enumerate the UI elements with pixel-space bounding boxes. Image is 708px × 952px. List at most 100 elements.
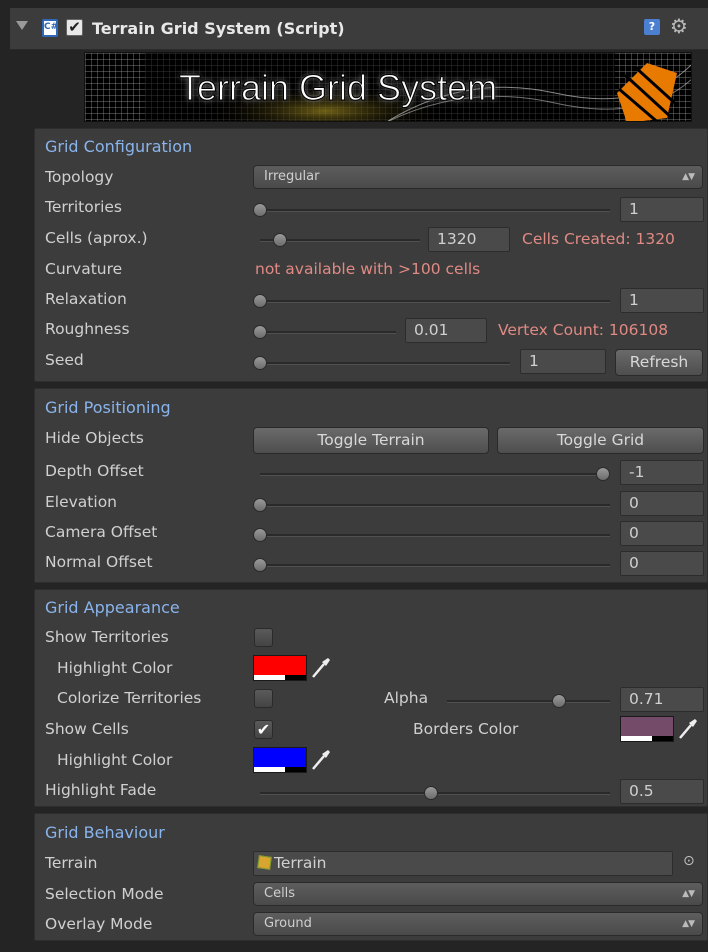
seed-slider-track[interactable] <box>260 362 510 365</box>
inspector-panel: ✔ Terrain Grid System (Script) ? ⚙ <box>0 0 708 952</box>
dropdown-arrow-icon: ▲▼ <box>682 172 695 182</box>
highlight-fade-input[interactable]: 0.5 <box>620 779 704 804</box>
banner-title: Terrain Grid System <box>178 67 498 109</box>
territories-slider-thumb[interactable] <box>253 203 267 217</box>
show-cells-checkbox[interactable]: ✔ <box>254 720 273 739</box>
relaxation-label: Relaxation <box>45 290 127 308</box>
overlay-mode-value: Ground <box>264 916 312 931</box>
alpha-label: Alpha <box>384 689 429 707</box>
show-territories-checkbox[interactable] <box>254 628 273 647</box>
grid-behaviour-section: Grid Behaviour Terrain Terrain ⊙ Selecti… <box>34 813 708 941</box>
normal-offset-input[interactable]: 0 <box>620 551 704 576</box>
camera-offset-input[interactable]: 0 <box>620 521 704 546</box>
highlight-fade-slider-thumb[interactable] <box>424 786 438 800</box>
territories-input[interactable]: 1 <box>620 197 704 222</box>
camera-offset-slider-track[interactable] <box>260 534 610 537</box>
roughness-input[interactable]: 0.01 <box>405 318 487 343</box>
seed-input[interactable]: 1 <box>520 349 606 374</box>
elevation-slider-thumb[interactable] <box>253 498 267 512</box>
overlay-mode-dropdown[interactable]: Ground ▲▼ <box>253 912 703 936</box>
dropdown-arrow-icon: ▲▼ <box>682 889 695 899</box>
selection-mode-label: Selection Mode <box>45 885 164 903</box>
terrain-icon <box>257 855 272 870</box>
normal-offset-slider-thumb[interactable] <box>253 558 267 572</box>
cell-highlight-color-swatch[interactable] <box>253 747 307 773</box>
curvature-label: Curvature <box>45 260 123 278</box>
eyedropper-icon[interactable] <box>310 656 332 680</box>
gear-icon[interactable]: ⚙ <box>670 14 688 38</box>
cell-highlight-color-label: Highlight Color <box>57 751 173 769</box>
roughness-slider-track[interactable] <box>260 331 396 334</box>
selection-mode-dropdown[interactable]: Cells ▲▼ <box>253 882 703 906</box>
cells-created-note: Cells Created: 1320 <box>522 230 675 248</box>
alpha-slider-thumb[interactable] <box>552 694 566 708</box>
component-enabled-checkbox[interactable]: ✔ <box>66 19 83 36</box>
component-title: Terrain Grid System (Script) <box>92 19 345 38</box>
roughness-slider-thumb[interactable] <box>253 325 267 339</box>
camera-offset-slider-thumb[interactable] <box>253 528 267 542</box>
section-title: Grid Configuration <box>45 137 193 156</box>
section-title: Grid Appearance <box>45 598 180 617</box>
elevation-label: Elevation <box>45 493 117 511</box>
roughness-label: Roughness <box>45 320 130 338</box>
section-title: Grid Positioning <box>45 398 171 417</box>
overlay-mode-label: Overlay Mode <box>45 915 153 933</box>
normal-offset-slider-track[interactable] <box>260 564 610 567</box>
grid-appearance-section: Grid Appearance Show Territories Highlig… <box>34 589 708 807</box>
highlight-fade-label: Highlight Fade <box>45 781 157 799</box>
selection-mode-value: Cells <box>264 886 296 901</box>
foldout-arrow-icon[interactable] <box>16 21 28 30</box>
topology-dropdown[interactable]: Irregular ▲▼ <box>253 165 703 189</box>
grid-positioning-section: Grid Positioning Hide Objects Toggle Ter… <box>34 388 708 583</box>
cells-label: Cells (aprox.) <box>45 229 148 247</box>
cells-input[interactable]: 1320 <box>428 227 510 252</box>
object-picker-icon[interactable]: ⊙ <box>683 853 695 869</box>
help-icon[interactable]: ? <box>644 19 660 35</box>
territories-slider-track[interactable] <box>260 209 610 212</box>
camera-offset-label: Camera Offset <box>45 523 158 541</box>
borders-color-label: Borders Color <box>413 720 519 738</box>
script-icon <box>42 19 58 37</box>
banner-image: Terrain Grid System <box>84 52 692 122</box>
show-cells-label: Show Cells <box>45 720 129 738</box>
relaxation-input[interactable]: 1 <box>620 288 704 313</box>
curvature-note: not available with >100 cells <box>255 260 481 278</box>
terrain-value: Terrain <box>274 854 327 872</box>
elevation-input[interactable]: 0 <box>620 491 704 516</box>
hide-objects-label: Hide Objects <box>45 429 144 447</box>
alpha-input[interactable]: 0.71 <box>620 687 704 712</box>
depth-offset-slider-track[interactable] <box>260 473 610 476</box>
vertex-count-note: Vertex Count: 106108 <box>498 321 669 339</box>
territory-highlight-color-label: Highlight Color <box>57 659 173 677</box>
section-title: Grid Behaviour <box>45 823 165 842</box>
relaxation-slider-track[interactable] <box>260 300 610 303</box>
depth-offset-slider-thumb[interactable] <box>596 467 610 481</box>
cells-slider-thumb[interactable] <box>273 233 287 247</box>
seed-slider-thumb[interactable] <box>253 356 267 370</box>
colorize-territories-label: Colorize Territories <box>57 689 202 707</box>
seed-label: Seed <box>45 351 84 369</box>
toggle-grid-button[interactable]: Toggle Grid <box>497 427 704 454</box>
refresh-button[interactable]: Refresh <box>615 349 703 376</box>
dropdown-arrow-icon: ▲▼ <box>682 919 695 929</box>
alpha-slider-track[interactable] <box>447 700 610 703</box>
component-header: ✔ Terrain Grid System (Script) ? ⚙ <box>10 8 708 50</box>
eyedropper-icon[interactable] <box>310 748 332 772</box>
show-territories-label: Show Territories <box>45 628 169 646</box>
territories-label: Territories <box>45 198 123 216</box>
borders-color-swatch[interactable] <box>620 716 674 742</box>
topology-label: Topology <box>45 168 114 186</box>
terrain-label: Terrain <box>45 854 98 872</box>
normal-offset-label: Normal Offset <box>45 553 153 571</box>
toggle-terrain-button[interactable]: Toggle Terrain <box>253 427 489 454</box>
eyedropper-icon[interactable] <box>677 717 699 741</box>
grid-configuration-section: Grid Configuration Topology Irregular ▲▼… <box>34 128 708 382</box>
elevation-slider-track[interactable] <box>260 504 610 507</box>
territory-highlight-color-swatch[interactable] <box>253 655 307 681</box>
colorize-territories-checkbox[interactable] <box>254 689 273 708</box>
topology-value: Irregular <box>264 169 320 184</box>
depth-offset-label: Depth Offset <box>45 462 144 480</box>
depth-offset-input[interactable]: -1 <box>620 460 704 485</box>
terrain-object-field[interactable]: Terrain <box>253 851 673 876</box>
relaxation-slider-thumb[interactable] <box>253 294 267 308</box>
